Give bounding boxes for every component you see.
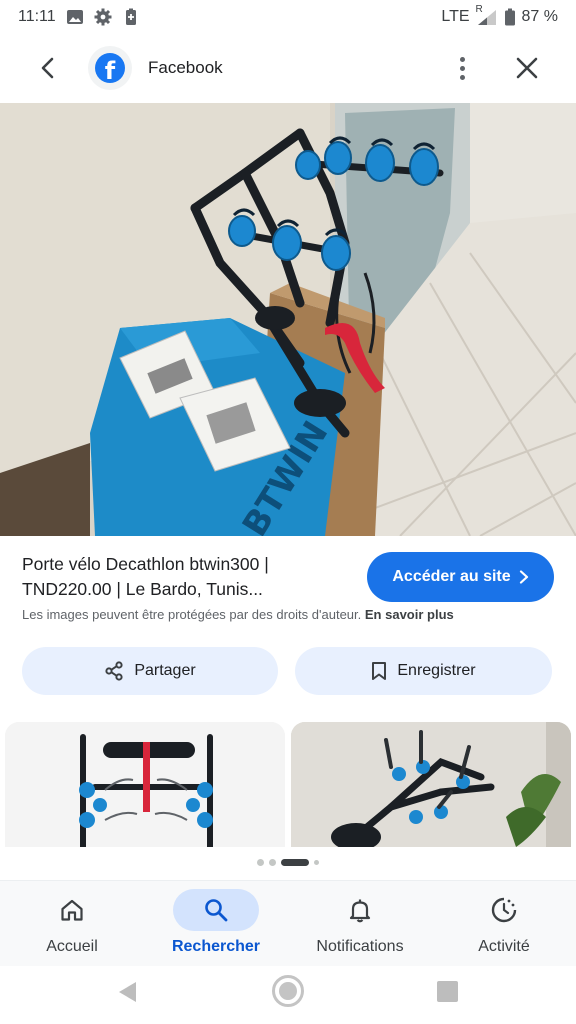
gallery-icon [66, 10, 83, 24]
chevron-left-icon [41, 57, 54, 79]
battery-saver-icon [125, 8, 136, 25]
share-icon [105, 661, 123, 681]
close-button[interactable] [510, 52, 544, 84]
pager-dot-active [281, 859, 309, 866]
system-back-icon[interactable] [116, 980, 138, 1004]
system-recents-icon[interactable] [437, 981, 458, 1002]
more-vert-icon [459, 56, 465, 62]
copyright-text: Les images peuvent être protégées par de… [22, 607, 362, 622]
nav-label: Rechercher [171, 938, 261, 955]
visit-site-label: Accéder au site [392, 568, 511, 585]
bike-rack-photo: BTWIN [0, 103, 576, 536]
search-icon [205, 899, 228, 922]
related-image-2[interactable] [291, 722, 571, 847]
nav-label: Activité [478, 938, 530, 955]
facebook-icon: f [95, 53, 125, 83]
bookmark-icon [372, 662, 387, 680]
viewer-header: f Facebook [0, 34, 576, 102]
home-icon [61, 899, 83, 921]
main-image[interactable]: BTWIN [0, 103, 576, 536]
nav-item-rechercher[interactable]: Rechercher [144, 889, 288, 956]
related-rack-photo-2 [291, 722, 571, 847]
related-image-1[interactable] [5, 722, 285, 847]
network-type: LTE [441, 8, 470, 25]
save-label: Enregistrer [397, 662, 476, 679]
back-button[interactable] [28, 52, 68, 84]
pager-dot [257, 859, 264, 866]
status-bar: 11:11 LTE R 87 % [0, 0, 576, 34]
copyright-notice: Les images peuvent être protégées par de… [22, 607, 454, 622]
pager-dot [269, 859, 276, 866]
source-name[interactable]: Facebook [148, 58, 223, 78]
share-label: Partager [134, 662, 196, 679]
status-time: 11:11 [18, 8, 56, 25]
nav-item-activite[interactable]: Activité [432, 889, 576, 956]
source-logo[interactable]: f [88, 46, 132, 90]
roaming-indicator: R [475, 4, 483, 15]
nav-item-accueil[interactable]: Accueil [0, 889, 144, 956]
more-options-button[interactable] [448, 54, 476, 82]
battery-icon [504, 8, 515, 26]
nav-label: Accueil [46, 938, 98, 955]
close-icon [516, 57, 538, 79]
nav-item-notifications[interactable]: Notifications [288, 889, 432, 956]
pager-dot [314, 860, 319, 865]
bottom-nav: Accueil Rechercher Notifications Activit… [0, 880, 576, 966]
nav-label: Notifications [316, 938, 404, 955]
chevron-right-icon [519, 570, 528, 584]
system-home-icon[interactable] [272, 975, 304, 1007]
battery-level: 87 % [521, 8, 558, 25]
learn-more-link[interactable]: En savoir plus [365, 607, 454, 622]
result-title[interactable]: Porte vélo Decathlon btwin300 | TND220.0… [22, 552, 352, 602]
related-rack-photo-1 [5, 722, 285, 847]
save-button[interactable]: Enregistrer [295, 647, 552, 695]
system-nav-bar [0, 966, 576, 1024]
carousel-pager [0, 859, 576, 866]
bell-icon [349, 899, 371, 923]
settings-icon [94, 8, 112, 26]
share-button[interactable]: Partager [22, 647, 278, 695]
activity-icon [491, 897, 517, 923]
visit-site-button[interactable]: Accéder au site [367, 552, 554, 602]
